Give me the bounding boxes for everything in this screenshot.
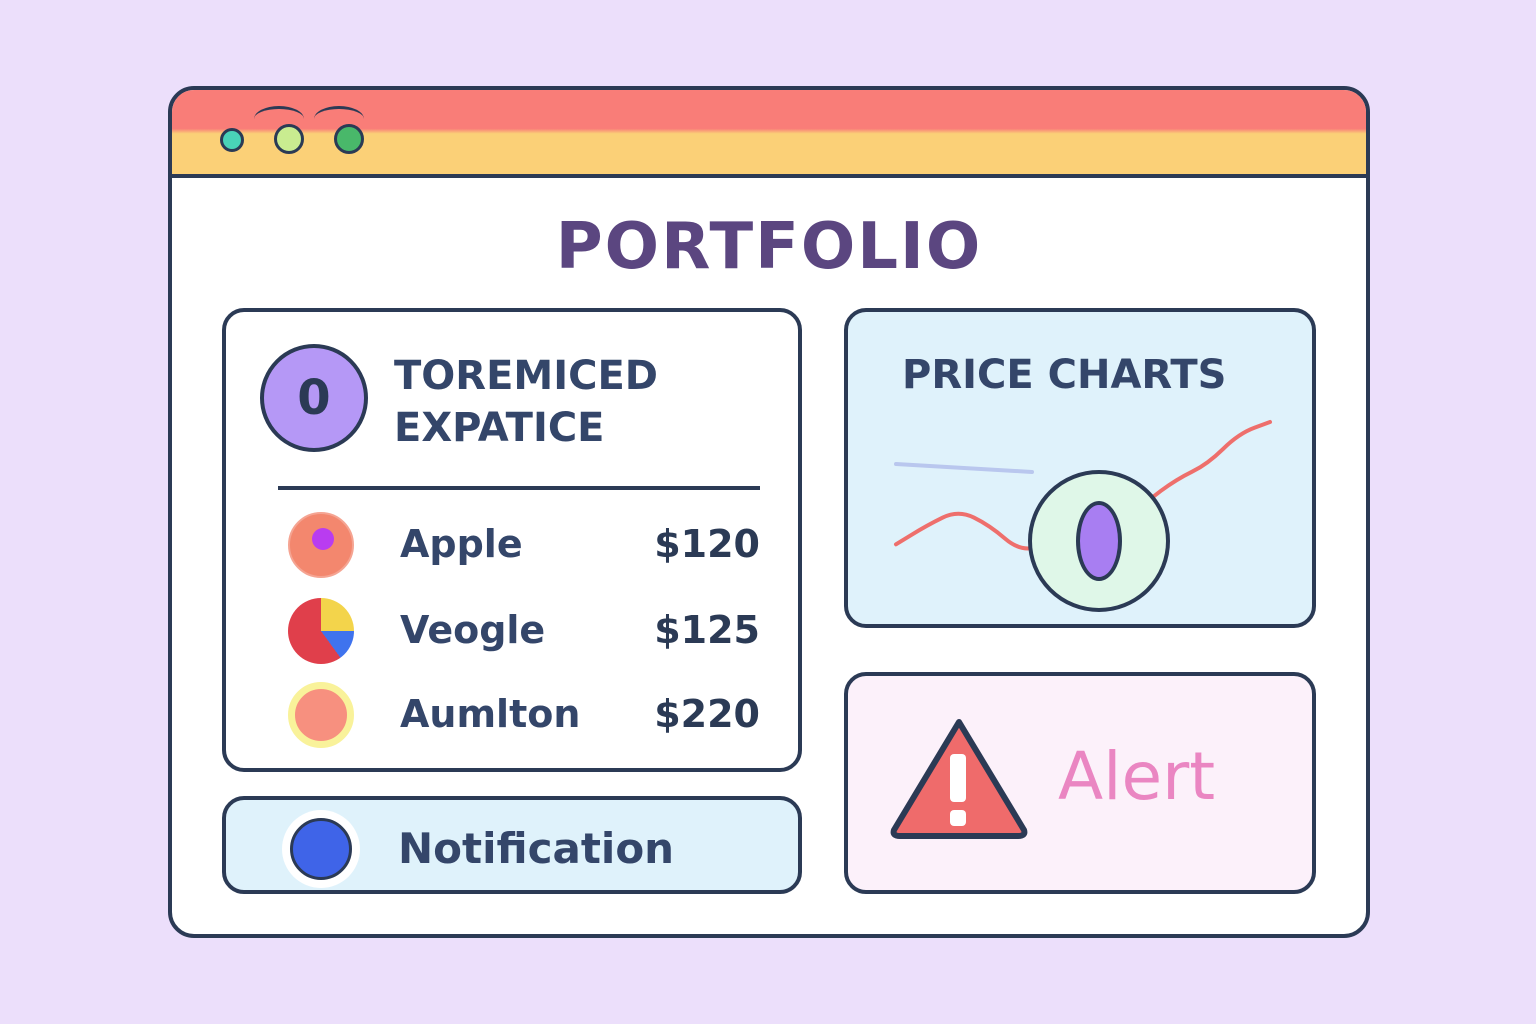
window-control-teal[interactable] <box>220 128 244 152</box>
zero-badge-icon[interactable] <box>1028 470 1170 612</box>
holding-name: Apple <box>400 522 523 566</box>
titlebar <box>172 90 1366 178</box>
holding-price: $120 <box>654 522 760 566</box>
holding-price: $125 <box>654 608 760 652</box>
apple-logo-icon <box>288 512 354 578</box>
holding-row[interactable]: Apple $120 <box>226 512 798 582</box>
aumlton-logo-icon <box>288 682 354 748</box>
holdings-card: 0 TOREMICED EXPATICE Apple $120 Veogle $… <box>222 308 802 772</box>
blue-dot-icon <box>290 818 352 880</box>
holding-row[interactable]: Veogle $125 <box>226 598 798 668</box>
page-title: PORTFOLIO <box>555 210 983 284</box>
divider <box>278 486 760 490</box>
holding-name: Aumlton <box>400 692 581 736</box>
app-window: PORTFOLIO 0 TOREMICED EXPATICE Apple $12… <box>168 86 1370 938</box>
holdings-title-line1: TOREMICED <box>394 353 658 399</box>
veogle-logo-icon <box>288 598 354 664</box>
window-control-green[interactable] <box>334 124 364 154</box>
warning-triangle-icon <box>890 719 1028 839</box>
notification-label: Notification <box>398 824 675 873</box>
chart-guide-line <box>894 462 1034 474</box>
notification-bar[interactable]: Notification <box>222 796 802 894</box>
window-control-lime[interactable] <box>274 124 304 154</box>
alert-label: Alert <box>1058 738 1216 815</box>
holdings-badge: 0 <box>260 344 368 452</box>
holdings-badge-value: 0 <box>297 370 331 426</box>
holdings-title: TOREMICED EXPATICE <box>394 350 658 454</box>
alert-card[interactable]: Alert <box>844 672 1316 894</box>
holdings-title-line2: EXPATICE <box>394 405 605 451</box>
holding-row[interactable]: Aumlton $220 <box>226 682 798 752</box>
zero-badge-inner <box>1076 501 1122 581</box>
holding-price: $220 <box>654 692 760 736</box>
holding-name: Veogle <box>400 608 546 652</box>
